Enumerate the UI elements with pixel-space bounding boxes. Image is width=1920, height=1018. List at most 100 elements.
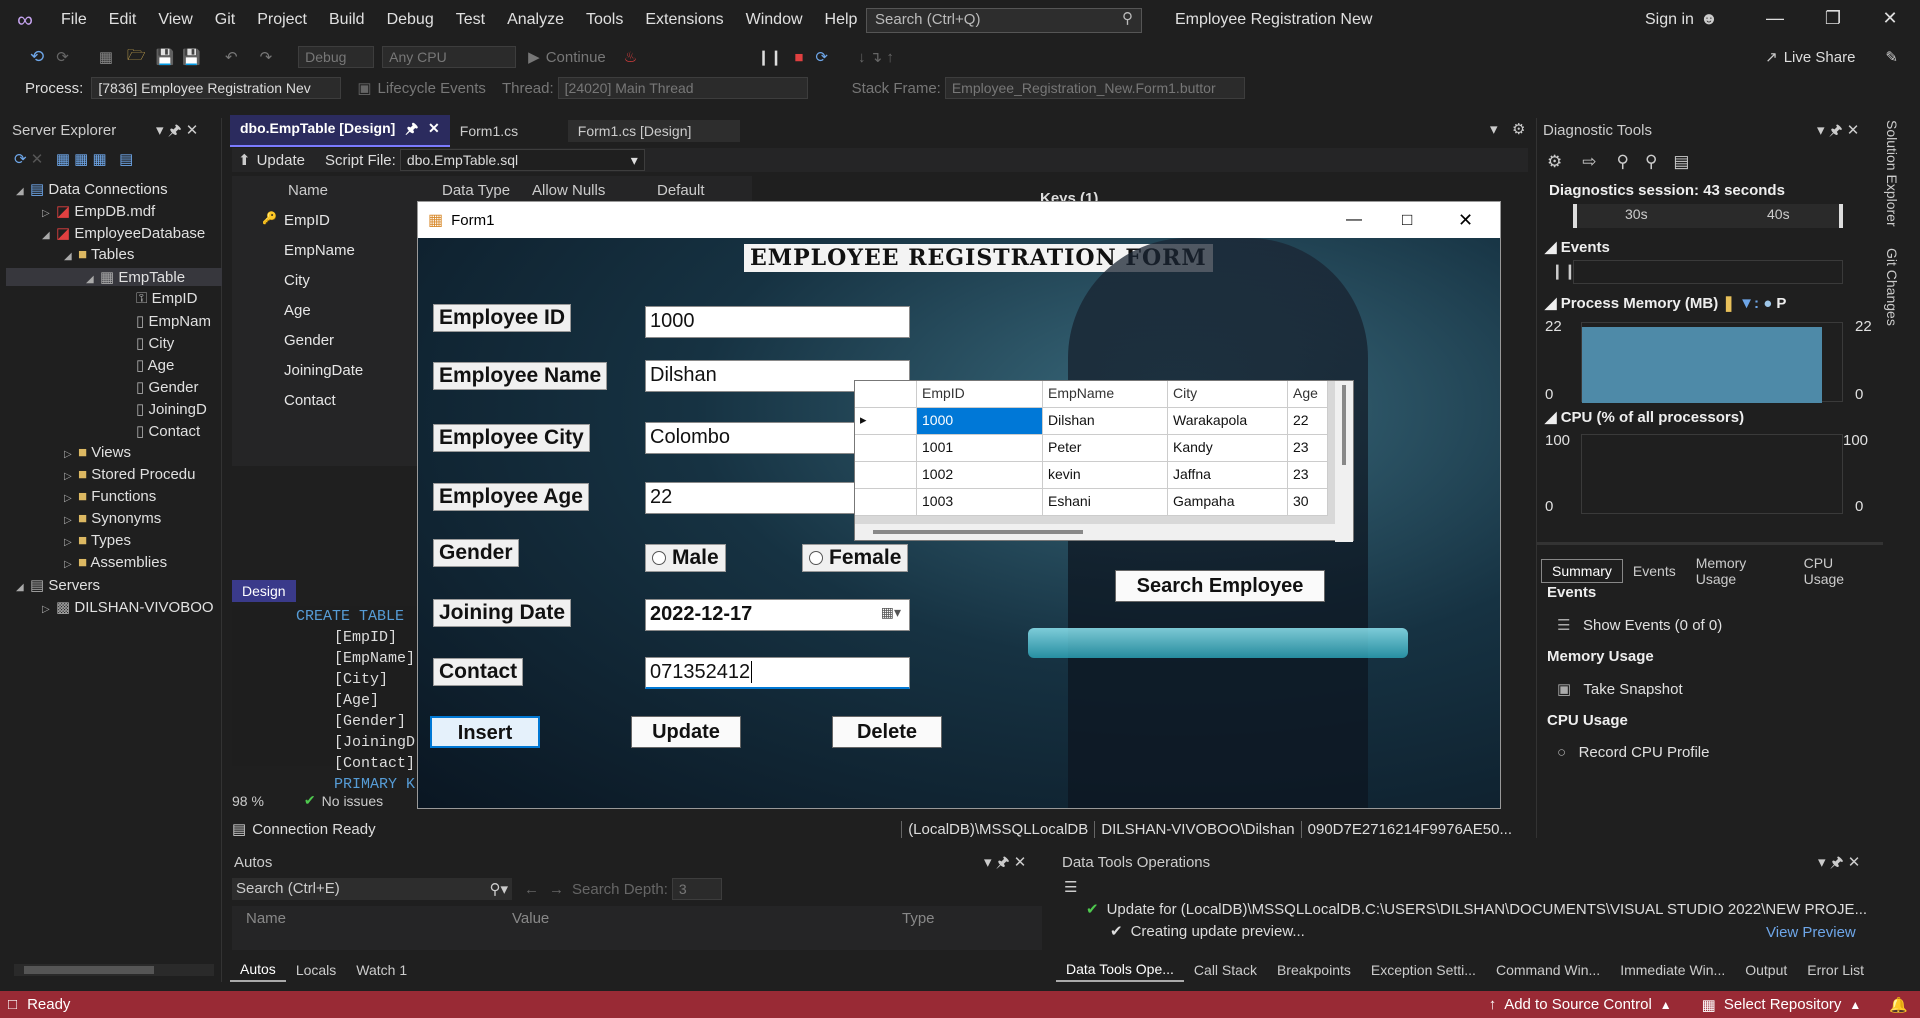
tab-error-list[interactable]: Error List — [1797, 959, 1874, 981]
search-depth-combo[interactable]: 3 — [671, 878, 722, 900]
grid-cell[interactable]: 1001 — [917, 435, 1043, 462]
process-combo[interactable]: [7836] Employee Registration Nev — [91, 77, 342, 99]
form-maximize-icon[interactable]: □ — [1402, 210, 1412, 230]
grid-cell[interactable]: kevin — [1043, 462, 1168, 489]
insert-button[interactable]: Insert — [430, 716, 540, 748]
tree-tables[interactable]: ◢ ■ Tables — [64, 246, 134, 263]
show-events-link[interactable]: ☰ Show Events (0 of 0) — [1557, 616, 1722, 634]
grid-header-cell[interactable]: EmpID — [917, 381, 1043, 408]
export-icon[interactable]: ⇨ — [1582, 152, 1596, 172]
process-memory-section[interactable]: ◢ Process Memory (MB) ❚ ▼: ● P — [1545, 294, 1786, 312]
select-repository[interactable]: Select Repository — [1724, 996, 1842, 1013]
tab-output[interactable]: Output — [1735, 959, 1797, 981]
forward-icon[interactable]: ⟳ — [56, 48, 69, 66]
thread-combo[interactable]: [24020] Main Thread — [557, 77, 808, 99]
tree-col-age[interactable]: ▯ Age — [136, 356, 174, 374]
pane-controls-icon[interactable]: ▾ 🖈 ✕ — [1818, 852, 1860, 877]
tree-assemblies[interactable]: ▷ ■ Assemblies — [64, 554, 167, 571]
tab-data-tools[interactable]: Data Tools Ope... — [1056, 958, 1184, 982]
view-preview-link[interactable]: View Preview — [1766, 924, 1856, 941]
tab-emptable-design[interactable]: dbo.EmpTable [Design] 🖈 ✕ — [230, 115, 450, 147]
feedback-icon[interactable]: ✎ — [1885, 48, 1898, 66]
zoom-level[interactable]: 98 % — [232, 793, 264, 809]
tab-immediate-window[interactable]: Immediate Win... — [1610, 959, 1735, 981]
grid-cell[interactable]: Warakapola — [1168, 408, 1288, 435]
grid-row-header[interactable] — [855, 435, 917, 462]
autos-search-input[interactable]: Search (Ctrl+E) ⚲▾ — [232, 878, 512, 900]
tab-exception-settings[interactable]: Exception Setti... — [1361, 959, 1486, 981]
tree-stored[interactable]: ▷ ■ Stored Procedu — [64, 466, 195, 483]
tree-col-contact[interactable]: ▯ Contact — [136, 422, 200, 440]
form-close-icon[interactable]: ✕ — [1458, 210, 1473, 231]
menu-help[interactable]: Help — [814, 11, 869, 29]
grid-cell[interactable]: Jaffna — [1168, 462, 1288, 489]
tab-form1-cs[interactable]: Form1.cs — [450, 120, 568, 142]
grid-cell[interactable]: Eshani — [1043, 489, 1168, 516]
settings-icon[interactable]: ⚙ — [1512, 120, 1525, 138]
joining-date-picker[interactable]: 2022-12-17 ▦▾ — [645, 599, 910, 631]
menu-tools[interactable]: Tools — [575, 11, 634, 29]
lifecycle-events[interactable]: Lifecycle Events — [378, 80, 486, 97]
tab-command-window[interactable]: Command Win... — [1486, 959, 1610, 981]
side-tab-solution-explorer[interactable]: Solution Explorer — [1884, 120, 1900, 227]
grid-row-name[interactable]: JoiningDate — [284, 362, 363, 379]
form-minimize-icon[interactable]: — — [1346, 211, 1362, 229]
grid-header-cell[interactable]: Age — [1288, 381, 1328, 408]
update-button[interactable]: Update — [631, 716, 741, 748]
tree-servers[interactable]: ◢ ▤ Servers — [16, 576, 100, 594]
tab-locals[interactable]: Locals — [286, 959, 346, 981]
save-icon[interactable]: 💾 — [156, 48, 175, 66]
pin-icon[interactable]: 🖈 — [405, 120, 418, 136]
delete-button[interactable]: Delete — [832, 716, 942, 748]
tree-synonyms[interactable]: ▷ ■ Synonyms — [64, 510, 161, 527]
grid-cell[interactable]: Gampaha — [1168, 489, 1288, 516]
tree-data-connections[interactable]: ◢ ▤ Data Connections — [16, 180, 168, 198]
grid-cell[interactable]: 23 — [1288, 435, 1328, 462]
continue-icon[interactable]: ▶ — [528, 48, 540, 66]
grid-row-header[interactable] — [855, 462, 917, 489]
tree-emptable[interactable]: ◢ ▦ EmpTable — [6, 268, 222, 286]
stack-frame-combo[interactable]: Employee_Registration_New.Form1.buttor — [944, 77, 1245, 99]
minimize-icon[interactable]: — — [1755, 8, 1795, 29]
stop-icon[interactable]: ■ — [794, 49, 803, 66]
redo-icon[interactable]: ↷ — [260, 48, 273, 66]
tree-col-empid[interactable]: ⚿ EmpID — [136, 290, 197, 307]
grid-row-name[interactable]: City — [284, 272, 310, 289]
record-cpu-link[interactable]: ○ Record CPU Profile — [1557, 744, 1709, 761]
back-icon[interactable]: ⟲ — [30, 47, 44, 67]
tab-watch1[interactable]: Watch 1 — [346, 959, 417, 981]
grid-header-cell[interactable]: City — [1168, 381, 1288, 408]
tab-breakpoints[interactable]: Breakpoints — [1267, 959, 1361, 981]
tree-col-city[interactable]: ▯ City — [136, 334, 174, 352]
menu-analyze[interactable]: Analyze — [496, 11, 575, 29]
pause-icon[interactable]: ❙❙ — [757, 48, 782, 66]
pane-controls-icon[interactable]: ▾ 🖈 ✕ — [984, 852, 1026, 877]
grid-cell[interactable]: Peter — [1043, 435, 1168, 462]
grid-horizontal-scrollbar[interactable] — [855, 524, 1335, 540]
employee-grid[interactable]: EmpID EmpName City Age ▸ 1000 Dilshan Warakapol… — [854, 380, 1354, 542]
grid-vertical-scrollbar[interactable] — [1335, 381, 1353, 542]
tab-summary[interactable]: Summary — [1541, 559, 1623, 583]
tab-cpu-usage[interactable]: CPU Usage — [1794, 552, 1882, 590]
person-icon[interactable]: ☻ — [1700, 9, 1718, 29]
tree-employeedb[interactable]: ◢ ◪ EmployeeDatabase — [42, 224, 205, 242]
update-icon[interactable]: ⬆ — [238, 151, 251, 169]
live-share-button[interactable]: Live Share — [1784, 49, 1856, 66]
grid-cell[interactable]: 1000 — [917, 408, 1043, 435]
tab-design[interactable]: Design — [232, 580, 296, 602]
male-radio[interactable]: Male — [645, 544, 726, 572]
hot-reload-icon[interactable]: ♨ — [624, 48, 637, 66]
tree-col-empname[interactable]: ▯ EmpNam — [136, 312, 211, 330]
menu-edit[interactable]: Edit — [98, 11, 148, 29]
script-file-combo[interactable]: dbo.EmpTable.sql ▾ — [399, 149, 645, 171]
back-arrow-icon[interactable]: ← — [524, 881, 539, 898]
grid-cell[interactable]: 22 — [1288, 408, 1328, 435]
sign-in-link[interactable]: Sign in — [1645, 11, 1694, 29]
grid-row-header[interactable] — [855, 489, 917, 516]
grid-header-cell[interactable]: EmpName — [1043, 381, 1168, 408]
menu-test[interactable]: Test — [445, 11, 496, 29]
tree-col-joining[interactable]: ▯ JoiningD — [136, 400, 207, 418]
update-button[interactable]: Update — [257, 152, 305, 169]
menu-extensions[interactable]: Extensions — [634, 11, 734, 29]
contact-input[interactable]: 071352412 — [645, 657, 910, 689]
